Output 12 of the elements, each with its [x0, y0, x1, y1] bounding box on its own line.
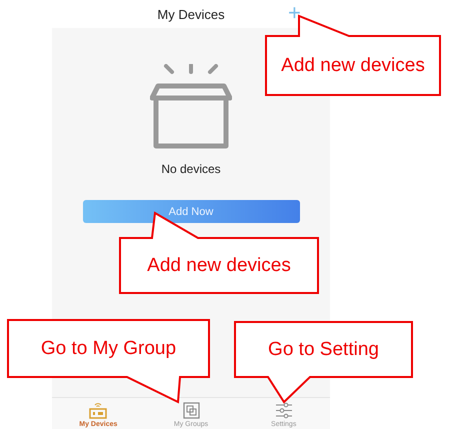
- callout-text: Go to Setting: [268, 338, 379, 360]
- groups-icon: [182, 402, 200, 419]
- callout-text: Add new devices: [281, 54, 425, 76]
- add-now-button[interactable]: Add Now: [82, 200, 300, 223]
- callout-text: Add new devices: [147, 254, 291, 276]
- callout-text: Go to My Group: [40, 338, 176, 360]
- add-icon[interactable]: +: [288, 2, 301, 24]
- settings-icon: [274, 402, 293, 419]
- device-icon: [88, 401, 108, 419]
- empty-message: No devices: [161, 162, 221, 176]
- empty-box-icon: [150, 64, 232, 150]
- screen-title: My Devices: [157, 6, 225, 22]
